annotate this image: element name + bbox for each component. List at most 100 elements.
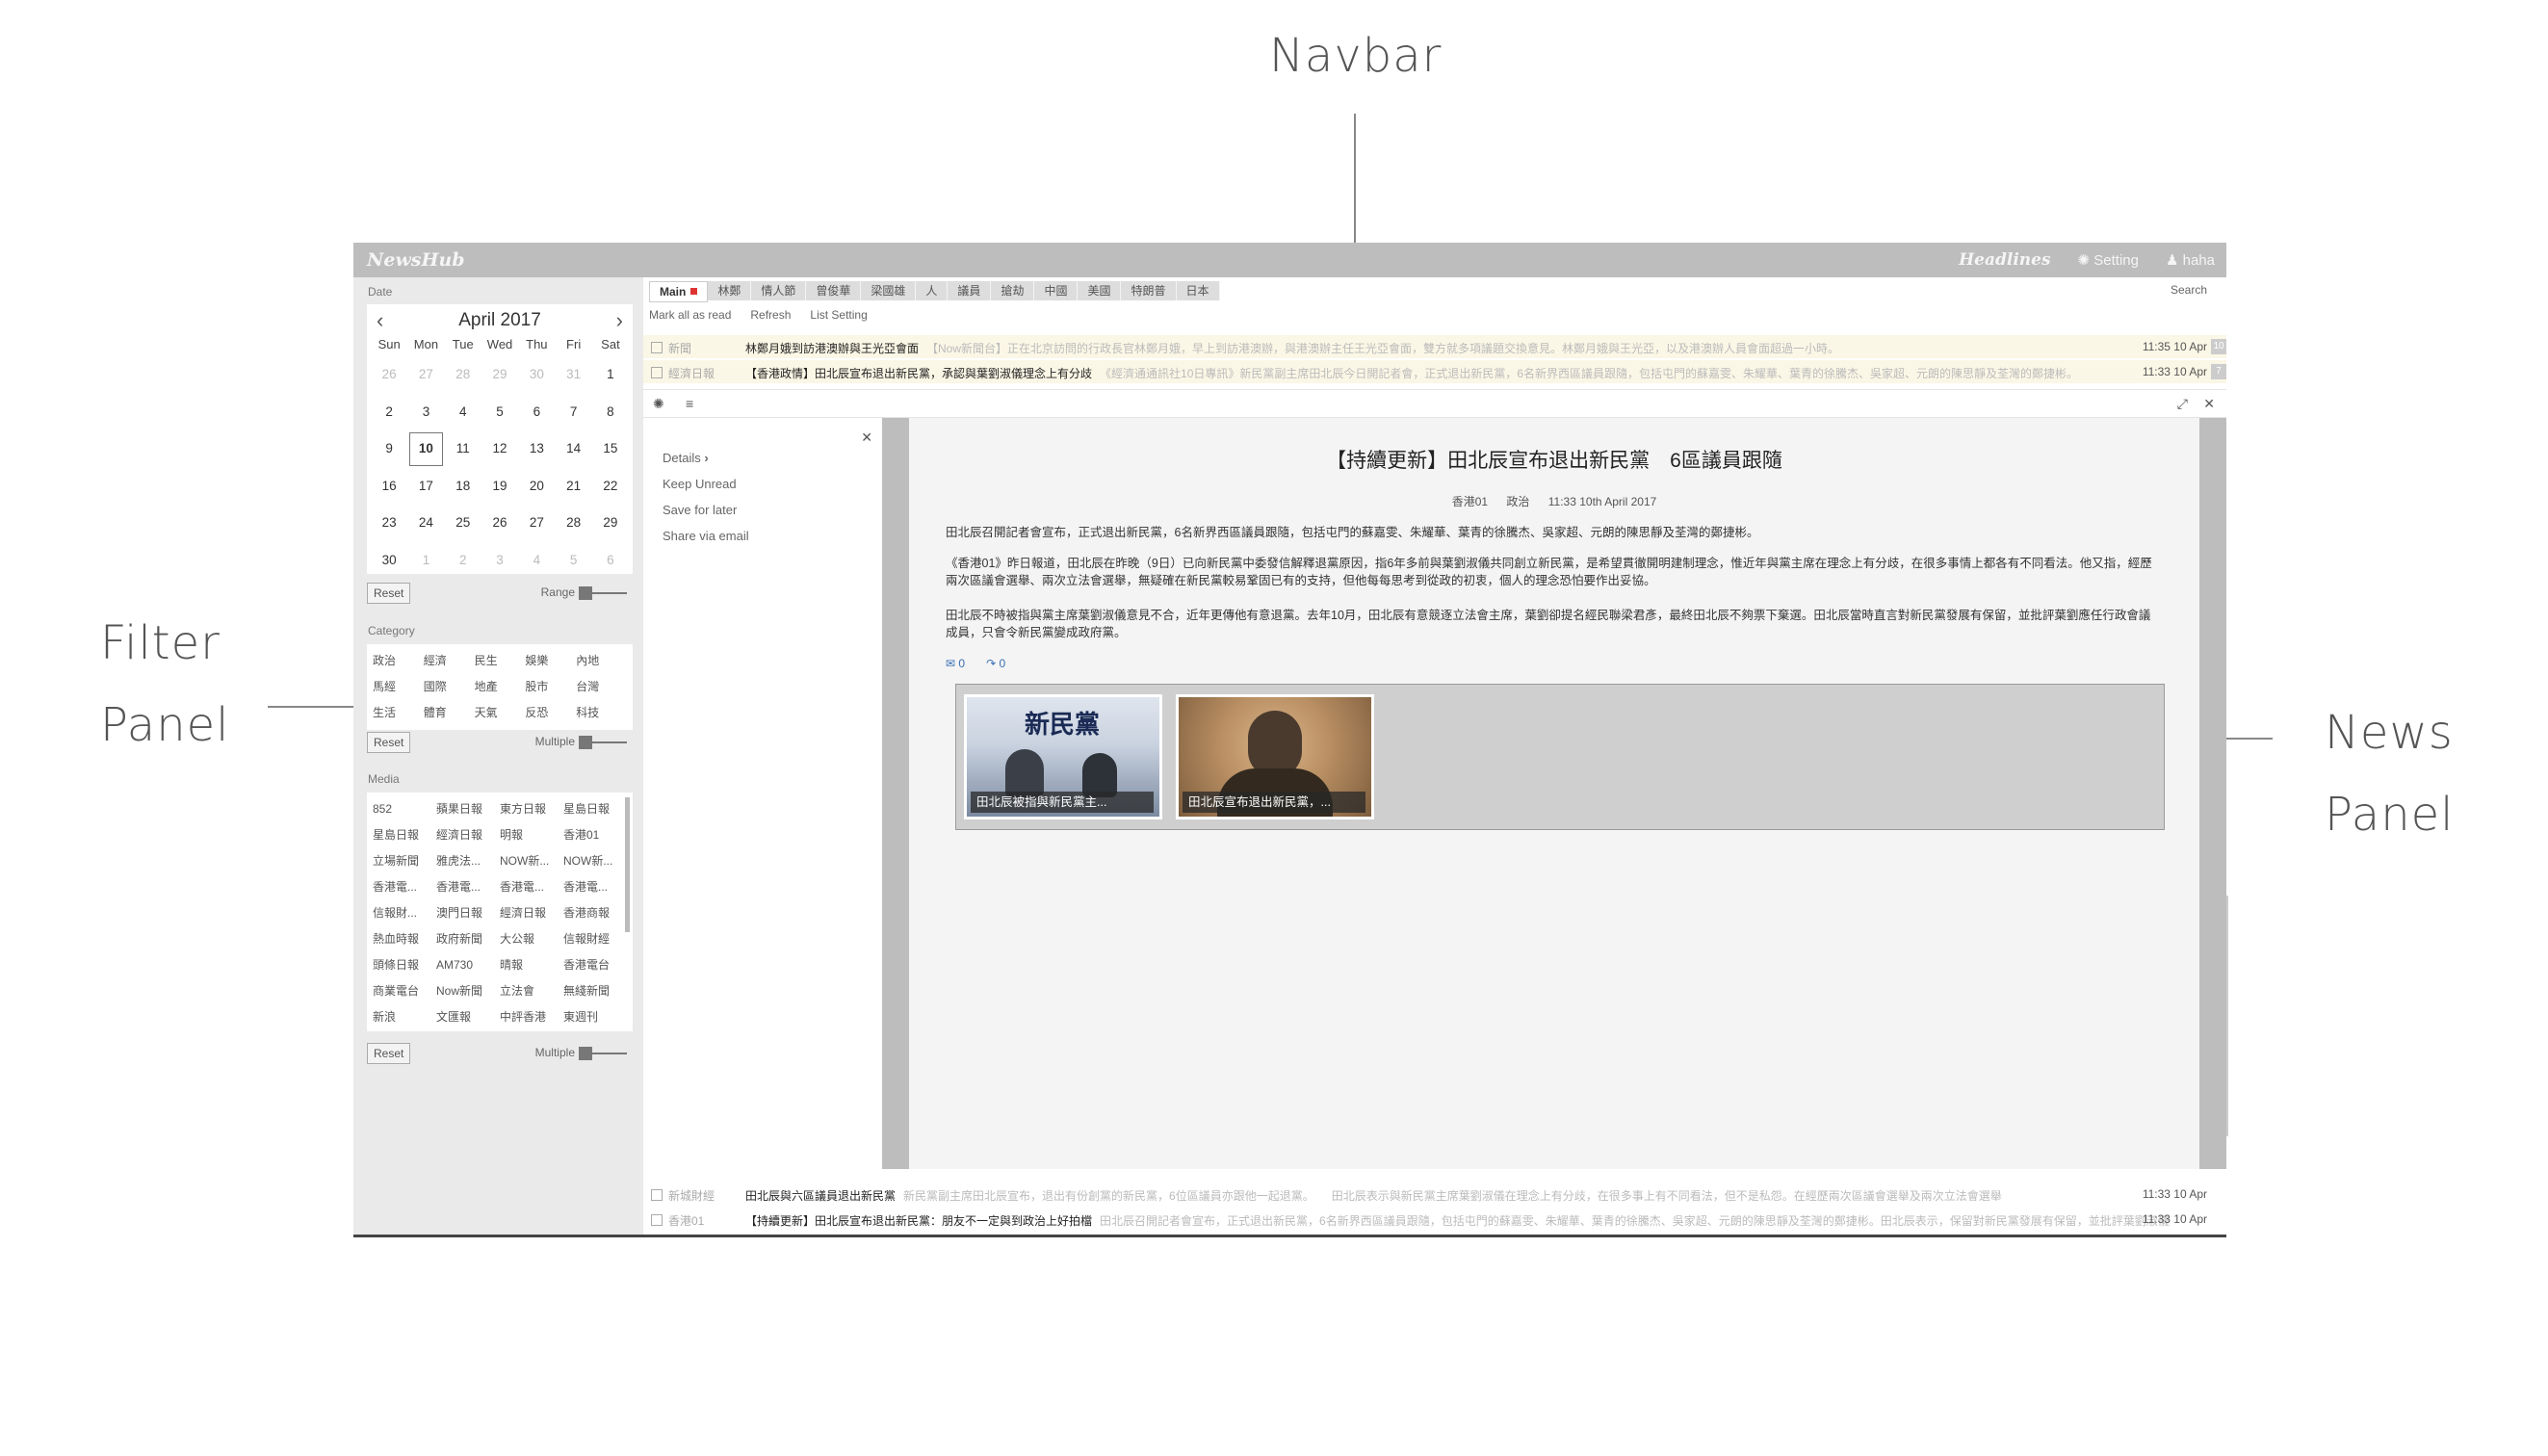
article-menu-item[interactable]: Keep Unread	[663, 471, 749, 497]
media-item[interactable]: AM730	[436, 952, 500, 978]
calendar-day[interactable]: 23	[371, 505, 407, 542]
category-item[interactable]: 政治	[373, 648, 424, 674]
news-row[interactable]: 經濟日報 【香港政情】田北辰宣布退出新民黨，承認與葉劉淑儀理念上有分歧 《經濟通通訊…	[643, 360, 2226, 383]
news-row[interactable]: 新城財經 田北辰與六區議員退出新民黨 新民黨副主席田北辰宣布，退出有份創黨的新民黨，…	[643, 1183, 2226, 1206]
tab-6[interactable]: 議員	[948, 281, 992, 300]
media-item[interactable]: 立法會	[500, 978, 563, 1004]
calendar-day[interactable]: 8	[592, 394, 629, 431]
setting-link[interactable]: ✺ Setting	[2078, 251, 2139, 269]
category-item[interactable]: 民生	[475, 648, 526, 674]
media-item[interactable]: 星島日報	[373, 822, 436, 848]
action-link[interactable]: List Setting	[810, 308, 867, 322]
calendar-day[interactable]: 14	[555, 430, 591, 468]
category-item[interactable]: 股市	[525, 674, 576, 700]
tab-1[interactable]: 林鄭	[708, 281, 752, 300]
media-item[interactable]: 香港電...	[373, 874, 436, 900]
category-item[interactable]: 地產	[475, 674, 526, 700]
tab-2[interactable]: 情人節	[751, 281, 807, 300]
category-item[interactable]: 體育	[424, 700, 475, 726]
news-row[interactable]: 新聞 林鄭月娥到訪港澳辦與王光亞會面 【Now新聞台】正在北京訪問的行政長官林鄭月娥…	[643, 335, 2226, 358]
media-item[interactable]: 晴報	[500, 952, 563, 978]
media-item[interactable]: 信報財經	[563, 926, 627, 952]
calendar-day[interactable]: 12	[481, 430, 518, 468]
category-multiple-toggle[interactable]	[579, 736, 627, 749]
calendar-day[interactable]: 16	[371, 468, 407, 506]
tab-4[interactable]: 梁國雄	[861, 281, 917, 300]
calendar-day[interactable]: 1	[407, 542, 444, 580]
media-item[interactable]: 東週刊	[563, 1004, 627, 1030]
calendar-day[interactable]: 28	[555, 505, 591, 542]
media-item[interactable]: 852	[373, 796, 436, 822]
calendar-day[interactable]: 4	[518, 542, 555, 580]
calendar-day[interactable]: 28	[445, 356, 481, 394]
media-item[interactable]: 無綫新聞	[563, 978, 627, 1004]
media-item[interactable]: 大公報	[500, 926, 563, 952]
shares-count[interactable]: ↷ 0	[986, 657, 1005, 670]
article-menu-item[interactable]: Save for later	[663, 497, 749, 523]
media-item[interactable]: 文匯報	[436, 1004, 500, 1030]
media-item[interactable]: 經濟日報	[500, 900, 563, 926]
category-item[interactable]: 台灣	[576, 674, 627, 700]
category-item[interactable]: 馬經	[373, 674, 424, 700]
search-input[interactable]: Search	[2134, 280, 2207, 299]
media-item[interactable]: 香港電...	[563, 874, 627, 900]
calendar-day[interactable]: 3	[481, 542, 518, 580]
category-item[interactable]: 內地	[576, 648, 627, 674]
calendar-day[interactable]: 2	[445, 542, 481, 580]
category-item[interactable]: 娛樂	[525, 648, 576, 674]
media-item[interactable]: 商業電台	[373, 978, 436, 1004]
category-item[interactable]: 反恐	[525, 700, 576, 726]
media-item[interactable]: 蘋果日報	[436, 796, 500, 822]
calendar-day[interactable]: 30	[371, 542, 407, 580]
category-item[interactable]: 天氣	[475, 700, 526, 726]
media-item[interactable]: 經濟日報	[436, 822, 500, 848]
calendar-day[interactable]: 27	[407, 356, 444, 394]
media-scrollbar[interactable]	[625, 797, 630, 932]
media-item[interactable]: NOW新...	[563, 848, 627, 874]
calendar-day[interactable]: 22	[592, 468, 629, 506]
next-month-icon[interactable]: ›	[616, 308, 623, 333]
close-icon[interactable]: ✕	[2203, 396, 2215, 412]
media-item[interactable]: 立場新聞	[373, 848, 436, 874]
headlines-link[interactable]: Headlines	[1959, 250, 2050, 270]
calendar-day[interactable]: 26	[371, 356, 407, 394]
menu-icon[interactable]: ≡	[686, 396, 693, 411]
calendar-day[interactable]: 25	[445, 505, 481, 542]
media-item[interactable]: 明報	[500, 822, 563, 848]
tab-3[interactable]: 曾俊華	[806, 281, 862, 300]
media-item[interactable]: 星島日報	[563, 796, 627, 822]
calendar-day[interactable]: 3	[407, 394, 444, 431]
action-link[interactable]: Mark all as read	[649, 308, 731, 322]
app-logo[interactable]: NewsHub	[367, 249, 465, 271]
category-item[interactable]: 科技	[576, 700, 627, 726]
calendar-day[interactable]: 20	[518, 468, 555, 506]
expand-icon[interactable]: ⤢	[2177, 396, 2188, 412]
calendar-day[interactable]: 27	[518, 505, 555, 542]
media-item[interactable]: NOW新...	[500, 848, 563, 874]
user-menu[interactable]: ♟ haha	[2166, 251, 2215, 269]
calendar-day[interactable]: 24	[407, 505, 444, 542]
media-reset-button[interactable]: Reset	[367, 1043, 411, 1064]
calendar-day[interactable]: 5	[555, 542, 591, 580]
range-toggle[interactable]	[579, 586, 627, 600]
category-item[interactable]: 國際	[424, 674, 475, 700]
media-item[interactable]: 香港電...	[500, 874, 563, 900]
calendar-day[interactable]: 26	[481, 505, 518, 542]
tab-8[interactable]: 中國	[1034, 281, 1079, 300]
calendar-day[interactable]: 6	[518, 394, 555, 431]
calendar-day[interactable]: 4	[445, 394, 481, 431]
close-menu-icon[interactable]: ✕	[861, 429, 872, 446]
media-multiple-toggle[interactable]	[579, 1047, 627, 1060]
calendar-day[interactable]: 11	[445, 430, 481, 468]
calendar-day[interactable]: 31	[555, 356, 591, 394]
article-menu-item[interactable]: Share via email	[663, 523, 749, 549]
media-item[interactable]: 新浪	[373, 1004, 436, 1030]
media-item[interactable]: 香港01	[563, 822, 627, 848]
tab-0[interactable]: Main	[649, 281, 709, 302]
media-item[interactable]: 香港電台	[563, 952, 627, 978]
category-item[interactable]: 生活	[373, 700, 424, 726]
article-menu-item[interactable]: Details ›	[663, 445, 749, 471]
media-item[interactable]: 東方日報	[500, 796, 563, 822]
calendar-day[interactable]: 19	[481, 468, 518, 506]
calendar-day[interactable]: 18	[445, 468, 481, 506]
